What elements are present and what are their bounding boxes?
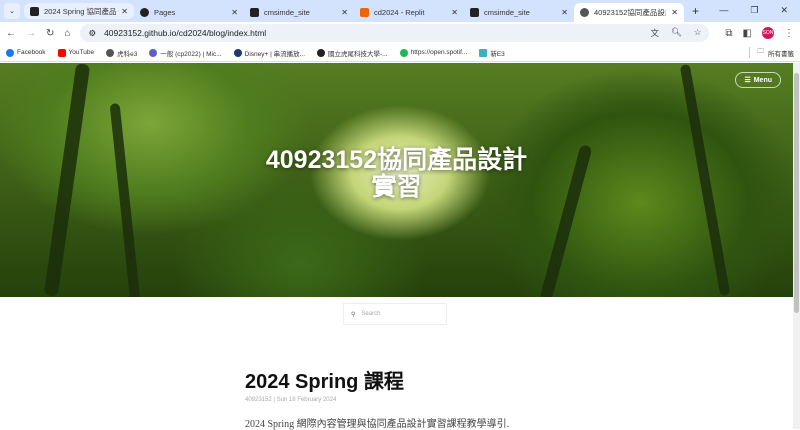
hamburger-icon: ☰ <box>744 77 751 84</box>
site-info-icon[interactable]: ⚙ <box>88 28 96 39</box>
search-icon: ⚲ <box>351 311 356 318</box>
close-tab-icon[interactable]: ✕ <box>341 8 348 17</box>
search-input[interactable]: ⚲ Search <box>343 303 447 325</box>
disney-icon <box>233 48 242 57</box>
site-title: 40923152協同產品設計 實習 <box>265 146 528 201</box>
scrollbar-thumb[interactable] <box>794 73 799 313</box>
bookmark-teams[interactable]: 一般 (cp2022) | Mic... <box>149 48 222 58</box>
bookmark-disney[interactable]: Disney+ | 串流播放... <box>233 48 305 58</box>
post-excerpt: 2024 Spring 網際內容管理與協同產品設計實習課程教學導引. <box>245 419 510 430</box>
reload-icon[interactable]: ↻ <box>46 28 54 39</box>
close-tab-icon[interactable]: ✕ <box>231 8 238 17</box>
bookmark-youtube[interactable]: YouTube <box>57 48 94 57</box>
github-icon <box>140 8 149 17</box>
back-icon[interactable]: ← <box>6 28 16 39</box>
favicon-icon <box>470 8 479 17</box>
post-title-link[interactable]: 2024 Spring 課程 <box>245 365 404 394</box>
bookmark-spotify[interactable]: https://open.spotif... <box>399 48 467 57</box>
globe-icon <box>106 48 115 57</box>
tab[interactable]: cmsimde_site ✕ <box>464 3 574 22</box>
translate-icon[interactable]: 文 <box>650 27 659 39</box>
favicon-icon <box>30 6 39 16</box>
tab[interactable]: Pages ✕ <box>134 3 244 22</box>
hero-banner: 40923152協同產品設計 實習 ☰ Menu <box>0 63 793 297</box>
star-icon[interactable]: ☆ <box>694 27 702 39</box>
address-bar[interactable]: ⚙ 40923152.github.io/cd2024/blog/index.h… <box>80 24 710 42</box>
all-bookmarks-button[interactable]: 🗀 所有書籤 <box>748 47 794 58</box>
page-scrollbar[interactable] <box>793 63 800 429</box>
tab-strip: ⌄ 2024 Spring 協同產品設計✕ Pages✕ cmsimde_sit… <box>0 0 800 22</box>
bookmark-facebook[interactable]: Facebook <box>6 48 46 57</box>
bookmark-nfu[interactable]: 國立虎尾科技大學-... <box>317 48 388 58</box>
bookmarks-bar: Facebook YouTube 虎科e3 一般 (cp2022) | Mic.… <box>0 44 800 62</box>
teams-icon <box>149 48 158 57</box>
close-tab-icon[interactable]: ✕ <box>561 8 568 17</box>
folder-icon: 🗀 <box>757 48 765 55</box>
tab-active[interactable]: 40923152協同產品設計實✕ <box>574 3 684 22</box>
avatar[interactable]: SON <box>762 27 774 39</box>
spotify-icon <box>399 48 408 57</box>
close-window-icon[interactable]: ✕ <box>780 5 788 16</box>
zoom-icon[interactable]: 🔍︎ <box>671 27 682 39</box>
url-text[interactable]: 40923152.github.io/cd2024/blog/index.htm… <box>104 28 266 38</box>
home-icon[interactable]: ⌂ <box>64 28 70 39</box>
globe-icon <box>317 48 326 57</box>
browser-toolbar: ← → ↻ ⌂ ⚙ 40923152.github.io/cd2024/blog… <box>0 22 800 44</box>
e3-icon <box>479 48 488 57</box>
post-meta: 40923152 | Sun 18 February 2024 <box>245 397 337 403</box>
replit-icon <box>360 8 369 17</box>
restore-icon[interactable]: ❐ <box>750 5 758 16</box>
new-tab-button[interactable]: + <box>692 4 699 18</box>
close-tab-icon[interactable]: ✕ <box>121 7 128 16</box>
tab[interactable]: 2024 Spring 協同產品設計✕ <box>24 3 134 19</box>
forward-icon[interactable]: → <box>26 28 36 39</box>
menu-button[interactable]: ☰ Menu <box>735 72 781 88</box>
youtube-icon <box>57 48 66 57</box>
close-tab-icon[interactable]: ✕ <box>451 8 458 17</box>
minimize-icon[interactable]: — <box>719 5 728 16</box>
bookmark-e3[interactable]: 虎科e3 <box>106 48 137 58</box>
close-tab-icon[interactable]: ✕ <box>671 8 678 17</box>
tab-search-button[interactable]: ⌄ <box>4 3 20 19</box>
tab[interactable]: cmsimde_site ✕ <box>244 3 354 22</box>
side-panel-icon[interactable]: ◧ <box>743 28 752 39</box>
tab[interactable]: cd2024 - Replit ✕ <box>354 3 464 22</box>
favicon-icon <box>250 8 259 17</box>
bookmark-new-e3[interactable]: 新E3 <box>479 48 505 58</box>
more-menu-icon[interactable]: ⋮ <box>784 28 794 39</box>
extensions-icon[interactable]: ⧉ <box>725 28 732 39</box>
facebook-icon <box>6 48 14 57</box>
globe-icon <box>580 8 589 17</box>
